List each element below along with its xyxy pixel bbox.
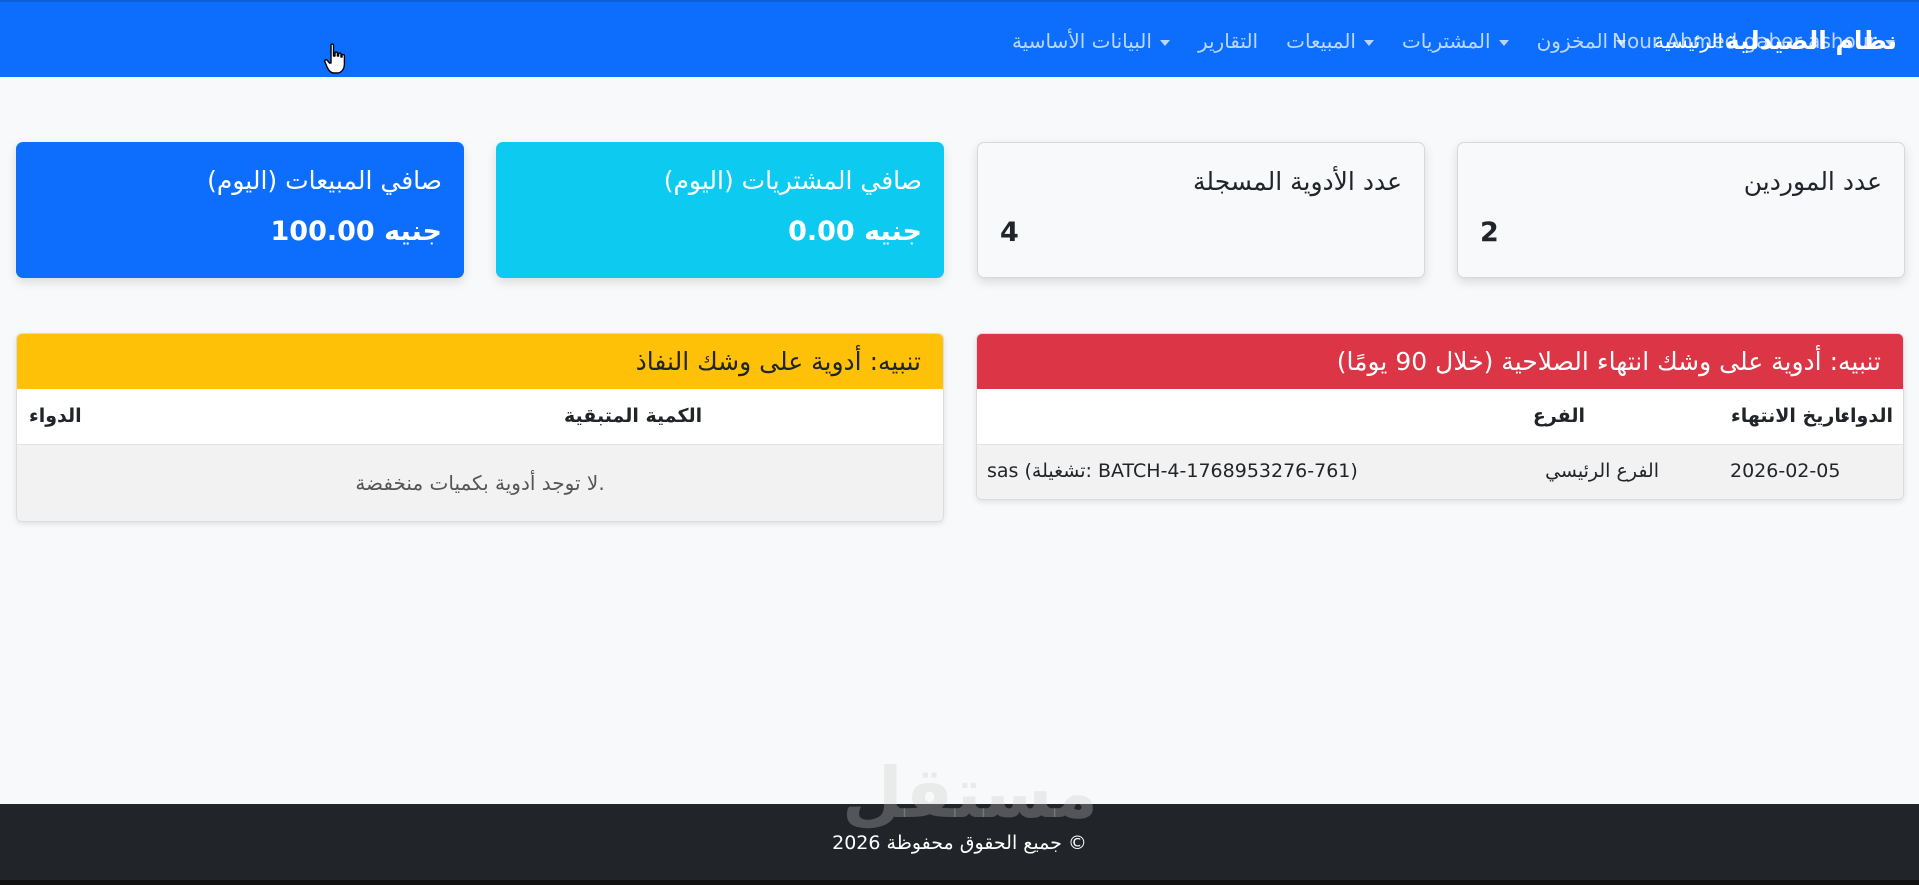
empty-state-message: لا توجد أدوية بكميات منخفضة.: [355, 471, 605, 495]
hand-cursor-icon: [324, 43, 346, 74]
user-menu[interactable]: Nour Ahmed gaber ashour: [1612, 29, 1895, 53]
low-stock-alert-panel: تنبيه: أدوية على وشك النفاذ الدواء الكمي…: [16, 333, 944, 522]
low-stock-table-header: الدواء الكمية المتبقية: [17, 389, 943, 445]
expiry-alert-panel: تنبيه: أدوية على وشك انتهاء الصلاحية (خل…: [976, 333, 1904, 500]
stat-title: عدد الأدوية المسجلة: [1193, 167, 1402, 196]
stat-value: 4: [1000, 217, 1019, 248]
empty-state-row: لا توجد أدوية بكميات منخفضة.: [17, 445, 943, 521]
stat-title: عدد الموردين: [1743, 167, 1882, 196]
stat-value: 0.00 جنيه: [788, 216, 922, 247]
footer-copyright: جميع الحقوق محفوظة 2026 ©: [832, 832, 1087, 854]
cell-medicine: sas (تشغيلة: BATCH-4-1768953276-761): [987, 460, 1358, 482]
expiry-table-header: الدواء الفرع تاريخ الانتهاء: [977, 389, 1903, 445]
table-row: sas (تشغيلة: BATCH-4-1768953276-761) الف…: [977, 445, 1903, 499]
top-navbar: نظام الصيدلية الرئيسية المخزون المشتريات…: [0, 0, 1919, 77]
chevron-down-icon: [1159, 39, 1170, 46]
chevron-down-icon: [1884, 39, 1895, 46]
user-name: Nour Ahmed gaber ashour: [1612, 29, 1877, 53]
stat-value: 2: [1480, 217, 1499, 248]
stat-value: 100.00 جنيه: [270, 216, 442, 247]
purchases-today-card: صافي المشتريات (اليوم) 0.00 جنيه: [496, 142, 944, 278]
nav-item-sales[interactable]: المبيعات: [1286, 29, 1374, 59]
low-stock-alert-title: تنبيه: أدوية على وشك النفاذ: [17, 334, 943, 389]
expiry-alert-title: تنبيه: أدوية على وشك انتهاء الصلاحية (خل…: [977, 334, 1903, 389]
chevron-down-icon: [1363, 39, 1374, 46]
column-header-remaining-quantity: الكمية المتبقية: [564, 405, 703, 427]
stat-title: صافي المشتريات (اليوم): [663, 166, 922, 195]
medicines-count-card: عدد الأدوية المسجلة 4: [977, 142, 1425, 278]
column-header-medicine: الدواء: [29, 405, 82, 427]
cell-expiry-date: 2026-02-05: [1730, 460, 1841, 482]
page-footer: جميع الحقوق محفوظة 2026 ©: [0, 804, 1919, 880]
nav-item-purchases[interactable]: المشتريات: [1402, 29, 1509, 59]
nav-item-reports[interactable]: التقارير: [1198, 29, 1258, 59]
bottom-strip: [0, 880, 1919, 885]
sales-today-card: صافي المبيعات (اليوم) 100.00 جنيه: [16, 142, 464, 278]
chevron-down-icon: [1498, 39, 1509, 46]
stat-title: صافي المبيعات (اليوم): [207, 166, 442, 195]
column-header-branch: الفرع: [1532, 405, 1585, 427]
suppliers-count-card: عدد الموردين 2: [1457, 142, 1905, 278]
cell-branch: الفرع الرئيسي: [1545, 460, 1659, 482]
nav-item-master-data[interactable]: البيانات الأساسية: [1012, 29, 1170, 59]
column-header-expiry: تاريخ الانتهاء: [1731, 405, 1849, 427]
